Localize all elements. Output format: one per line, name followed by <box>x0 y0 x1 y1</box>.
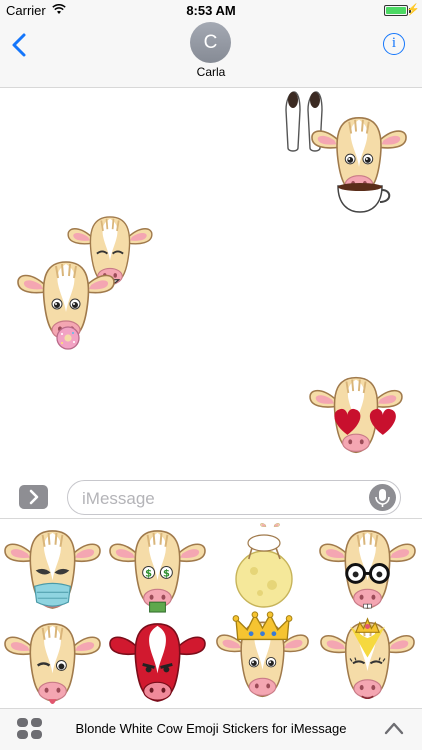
app-title: Blonde White Cow Emoji Stickers for iMes… <box>75 721 347 736</box>
microphone-icon <box>375 489 390 507</box>
cow-princess-tiara-sticker[interactable] <box>315 611 420 706</box>
message-input[interactable]: iMessage <box>67 480 401 515</box>
clock: 8:53 AM <box>186 3 236 18</box>
message-input-placeholder: iMessage <box>82 489 155 508</box>
contact-name[interactable]: Carla <box>0 65 422 79</box>
cow-king-crown-sticker[interactable] <box>210 609 315 704</box>
conversation-header: C Carla i <box>0 22 422 88</box>
cow-face-mask-sticker[interactable] <box>0 521 105 616</box>
cow-heart-eyes-sticker[interactable] <box>306 370 406 460</box>
app-drawer-toggle-button[interactable] <box>19 485 48 509</box>
chevron-up-icon[interactable] <box>384 721 404 735</box>
svg-text:$: $ <box>163 568 170 579</box>
status-bar: Carrier 8:53 AM ⚡ <box>0 0 422 22</box>
battery-icon <box>384 5 408 16</box>
cow-wink-tongue-sticker[interactable] <box>0 614 105 709</box>
cow-money-eyes-sticker[interactable]: $ $ <box>105 521 210 616</box>
back-chevron-icon[interactable] <box>10 32 30 58</box>
imessage-screen: Carrier 8:53 AM ⚡ C Carla i iMessage $ $… <box>0 0 422 750</box>
sticker-drawer: $ $ <box>0 518 422 708</box>
red-cow-sticker[interactable] <box>105 614 210 709</box>
contact-avatar[interactable]: C <box>190 22 231 63</box>
cow-glasses-sticker[interactable] <box>315 521 420 616</box>
charging-icon: ⚡ <box>406 4 420 16</box>
cow-with-coffee-sticker[interactable] <box>278 86 408 216</box>
app-bottom-bar: Blonde White Cow Emoji Stickers for iMes… <box>0 708 422 750</box>
svg-text:$: $ <box>145 568 152 579</box>
info-icon[interactable]: i <box>383 33 405 55</box>
cow-over-moon-sticker[interactable] <box>210 519 315 614</box>
cow-with-donut-sticker[interactable] <box>16 254 116 352</box>
microphone-button[interactable] <box>369 484 396 511</box>
chevron-right-icon <box>29 489 39 505</box>
